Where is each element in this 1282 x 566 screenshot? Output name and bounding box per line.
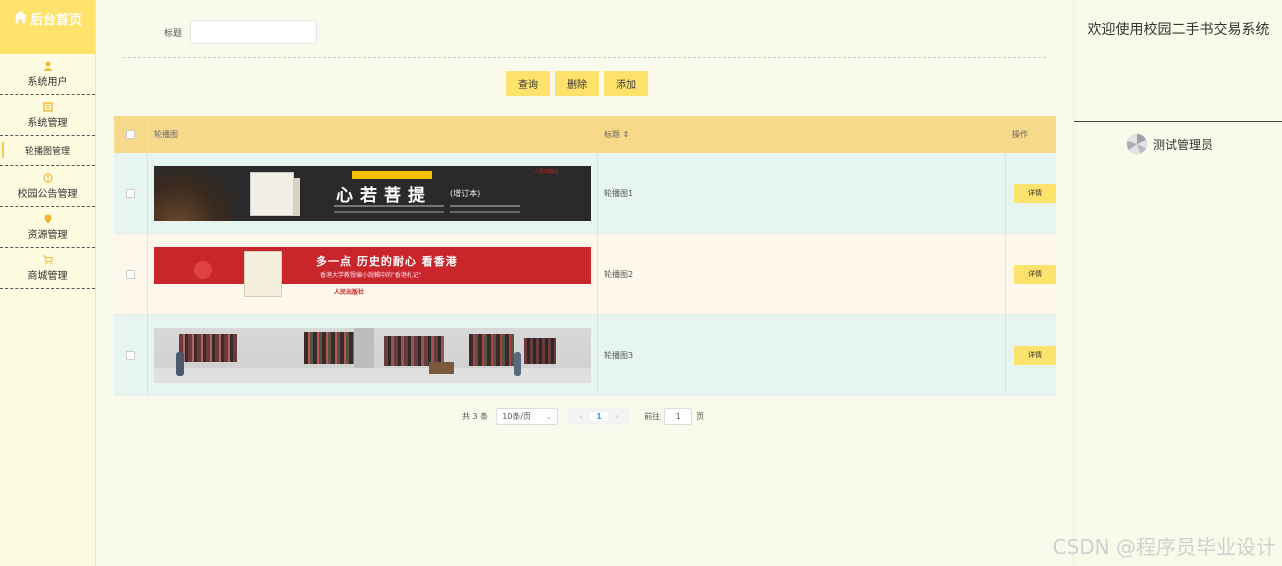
page-unit-label: 页 [696, 412, 705, 421]
home-icon [13, 10, 28, 24]
chevron-down-icon: ⌄ [545, 412, 553, 421]
sidebar-item-label: 商城管理 [27, 270, 68, 282]
sidebar-item-shop-management[interactable]: 商城管理 [0, 248, 95, 289]
row-checkbox[interactable] [126, 188, 135, 198]
sidebar-item-carousel-management[interactable]: 轮播图管理 [0, 136, 95, 166]
sidebar-item-announcement-management[interactable]: 校园公告管理 [0, 166, 95, 207]
toolbar: 查询 删除 添加 [506, 71, 653, 96]
action-cell: 详情 [1006, 315, 1056, 395]
next-page-icon[interactable]: › [608, 412, 626, 421]
table-row: 轮播图3 详情 [114, 315, 1056, 396]
header-checkbox-cell [114, 116, 148, 153]
search-label: 标题 [164, 28, 183, 39]
settings-icon [42, 101, 53, 112]
banner-publisher: 人民出版社 [334, 288, 365, 296]
sidebar: 后台首页 系统用户 系统管理 轮播图管理 校园公告管理 资源管理 商城管理 [0, 0, 96, 566]
goto-label: 前往 [644, 412, 661, 421]
sidebar-item-label: 资源管理 [27, 229, 68, 241]
search-row: 标题 [164, 20, 318, 44]
title-search-input[interactable] [190, 20, 318, 44]
sidebar-item-label: 系统用户 [27, 76, 68, 88]
watermark-text: CSDN @程序员毕业设计 [1052, 535, 1276, 559]
sidebar-item-system-users[interactable]: 系统用户 [0, 54, 95, 95]
page-size-select[interactable]: 10条/页 ⌄ [496, 408, 559, 425]
select-all-checkbox[interactable] [126, 130, 135, 139]
image-cell [148, 315, 598, 395]
home-label: 后台首页 [29, 13, 82, 28]
delete-button[interactable]: 删除 [555, 71, 599, 96]
action-cell: 详情 [1006, 153, 1056, 233]
row-checkbox-cell [114, 315, 148, 395]
page-number-current[interactable]: 1 [590, 412, 609, 421]
row-checkbox-cell [114, 234, 148, 314]
page-size-value: 10条/页 [502, 412, 532, 421]
username: 测试管理员 [1153, 137, 1214, 152]
sidebar-item-label: 轮播图管理 [24, 147, 70, 157]
user-info[interactable]: 测试管理员 [1126, 133, 1213, 155]
title-cell: 轮播图1 [598, 153, 1006, 233]
goto-page-input[interactable]: 1 [664, 408, 693, 425]
prev-page-icon[interactable]: ‹ [572, 412, 590, 421]
right-panel: 欢迎使用校园二手书交易系统 测试管理员 [1073, 0, 1282, 566]
sidebar-item-system-management[interactable]: 系统管理 [0, 95, 95, 136]
row-checkbox[interactable] [126, 350, 135, 360]
divider [123, 57, 1046, 58]
pagination: 共 3 条 10条/页 ⌄ ‹ 1 › 前往 1 页 [462, 408, 704, 425]
action-cell: 详情 [1006, 234, 1056, 314]
sidebar-item-label: 系统管理 [27, 117, 68, 129]
panel-divider [1074, 121, 1282, 122]
page-nav: ‹ 1 › [568, 408, 631, 425]
banner-subtext: (增订本) [450, 188, 481, 198]
header-image: 轮播图 [148, 116, 598, 153]
detail-button[interactable]: 详情 [1014, 183, 1056, 203]
sidebar-item-resource-management[interactable]: 资源管理 [0, 207, 95, 248]
carousel-table: 轮播图 标题 ⇕ 操作 心若菩提 (增订本) 人民出版社 轮播图1 详情 多一点… [114, 116, 1056, 396]
detail-button[interactable]: 详情 [1014, 264, 1056, 284]
title-cell: 轮播图3 [598, 315, 1006, 395]
main-content: 标题 查询 删除 添加 轮播图 标题 ⇕ 操作 心若菩提 (增订本) 人民出版社… [96, 0, 1073, 566]
location-icon [44, 214, 51, 223]
info-icon [42, 172, 53, 183]
query-button[interactable]: 查询 [506, 71, 550, 96]
table-header: 轮播图 标题 ⇕ 操作 [114, 116, 1056, 153]
welcome-text: 欢迎使用校园二手书交易系统 [1087, 22, 1270, 38]
add-button[interactable]: 添加 [604, 71, 648, 96]
banner-image[interactable] [154, 327, 591, 383]
user-icon [43, 61, 52, 71]
sidebar-item-label: 校园公告管理 [17, 188, 78, 200]
banner-text: 多一点 历史的耐心 看香港 [316, 254, 458, 268]
cart-icon [43, 255, 53, 264]
table-row: 多一点 历史的耐心 看香港 香港大学教授编小說輯中的"香港札记" 人民出版社 轮… [114, 234, 1056, 315]
banner-text: 心若菩提 [336, 185, 432, 206]
home-link[interactable]: 后台首页 [0, 0, 95, 54]
header-action: 操作 [1012, 130, 1028, 139]
banner-subtext: 香港大学教授编小說輯中的"香港札记" [320, 271, 422, 279]
banner-image[interactable]: 心若菩提 (增订本) 人民出版社 [154, 165, 591, 221]
image-cell: 多一点 历史的耐心 看香港 香港大学教授编小說輯中的"香港札记" 人民出版社 [148, 234, 598, 314]
row-checkbox-cell [114, 153, 148, 233]
table-row: 心若菩提 (增订本) 人民出版社 轮播图1 详情 [114, 153, 1056, 234]
detail-button[interactable]: 详情 [1014, 345, 1056, 365]
header-title-sort[interactable]: 标题 ⇕ [598, 116, 1006, 153]
pagination-total: 共 3 条 [462, 412, 489, 421]
banner-publisher: 人民出版社 [534, 168, 560, 175]
title-cell: 轮播图2 [598, 234, 1006, 314]
banner-image[interactable]: 多一点 历史的耐心 看香港 香港大学教授编小說輯中的"香港札记" 人民出版社 [154, 246, 591, 302]
avatar-icon [1126, 133, 1148, 155]
row-checkbox[interactable] [126, 269, 135, 279]
image-cell: 心若菩提 (增订本) 人民出版社 [148, 153, 598, 233]
